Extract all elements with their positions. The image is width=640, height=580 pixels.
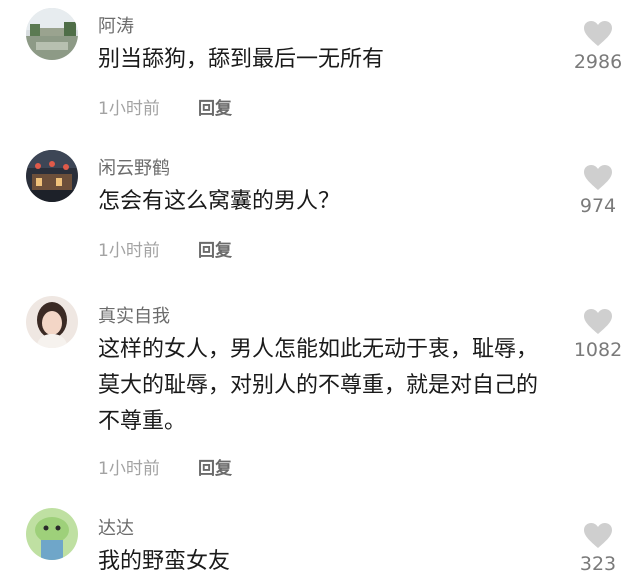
avatar[interactable]: [26, 8, 78, 60]
comment-item: 真实自我 这样的女人，男人怎能如此无动于衷，耻辱，莫大的耻辱，对别人的不尊重，就…: [0, 288, 640, 498]
username[interactable]: 达达: [98, 514, 134, 540]
comment-item: 闲云野鹤 怎会有这么窝囊的男人？ 1小时前 回复 974: [0, 140, 640, 288]
like-count: 974: [579, 195, 617, 217]
reply-button[interactable]: 回复: [198, 454, 232, 479]
night-street-photo-avatar-icon: [26, 150, 78, 202]
avatar[interactable]: [26, 508, 78, 560]
like-count: 2986: [573, 51, 623, 73]
comment-text: 我的野蛮女友: [98, 549, 231, 574]
like-button[interactable]: 2986: [568, 20, 628, 73]
comment-time: 1小时前: [98, 459, 160, 479]
heart-icon[interactable]: [583, 308, 613, 335]
username[interactable]: 阿涛: [98, 12, 134, 38]
heart-icon[interactable]: [583, 522, 613, 549]
comment-meta: 1小时前 回复: [98, 236, 232, 261]
comment-item: 达达 我的野蛮女友 323: [0, 498, 640, 578]
username[interactable]: 真实自我: [98, 302, 170, 328]
comment-time: 1小时前: [98, 99, 160, 119]
reply-button[interactable]: 回复: [198, 236, 232, 261]
portrait-photo-avatar-icon: [26, 296, 78, 348]
heart-icon[interactable]: [583, 20, 613, 47]
username[interactable]: 闲云野鹤: [98, 154, 170, 180]
comment-item: 阿涛 别当舔狗，舔到最后一无所有 1小时前 回复 2986: [0, 0, 640, 140]
like-count: 323: [579, 553, 617, 575]
like-button[interactable]: 974: [568, 164, 628, 217]
reply-button[interactable]: 回复: [198, 94, 232, 119]
comment-text: 这样的女人，男人怎能如此无动于衷，耻辱，莫大的耻辱，对别人的不尊重，就是对自己的…: [98, 337, 539, 434]
heart-icon[interactable]: [583, 164, 613, 191]
like-count: 1082: [573, 339, 623, 361]
landscape-photo-avatar-icon: [26, 8, 78, 60]
avatar[interactable]: [26, 150, 78, 202]
like-button[interactable]: 323: [568, 522, 628, 575]
like-button[interactable]: 1082: [568, 308, 628, 361]
comment-text: 怎会有这么窝囊的男人？: [98, 189, 341, 214]
comment-time: 1小时前: [98, 241, 160, 261]
avatar[interactable]: [26, 296, 78, 348]
comment-text: 别当舔狗，舔到最后一无所有: [98, 47, 385, 72]
comment-meta: 1小时前 回复: [98, 94, 232, 119]
comment-meta: 1小时前 回复: [98, 454, 232, 479]
cartoon-character-avatar-icon: [26, 508, 78, 560]
